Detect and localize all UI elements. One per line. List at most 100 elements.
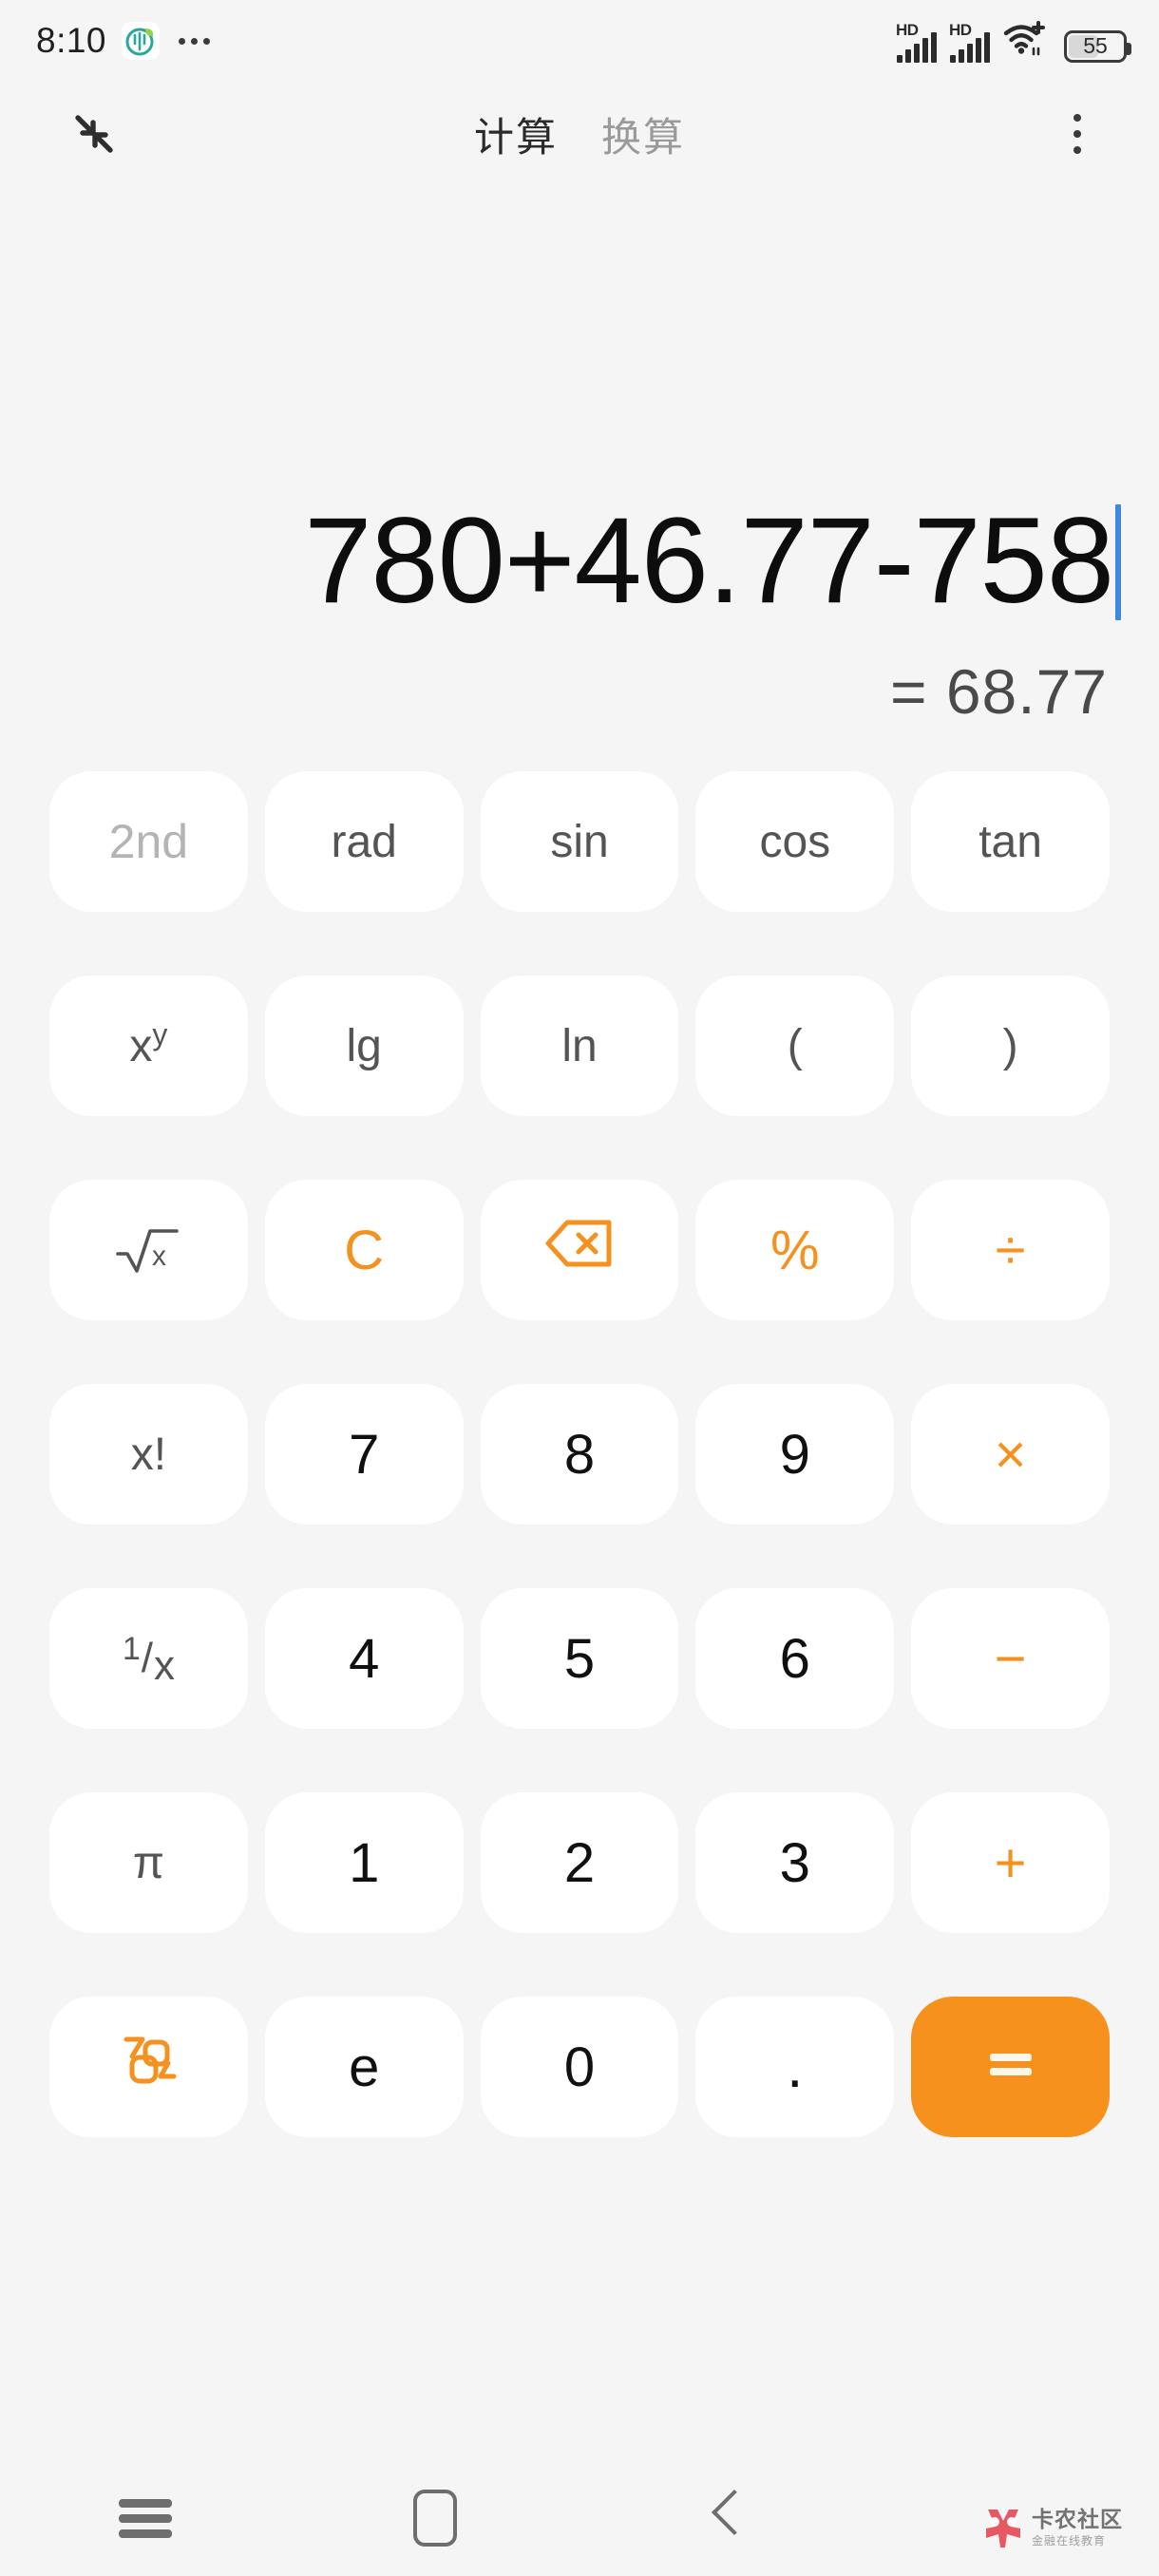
key-label: lg	[346, 1020, 382, 1071]
key-3[interactable]: 3	[695, 1792, 895, 1933]
tab-convert[interactable]: 换算	[601, 105, 685, 163]
key-label: x!	[130, 1429, 167, 1480]
key-percent[interactable]: %	[695, 1180, 895, 1320]
key-label: ×	[994, 1423, 1027, 1486]
key-2nd[interactable]: 2nd	[49, 771, 248, 912]
key-ln[interactable]: ln	[480, 975, 679, 1116]
key-label: )	[1002, 1020, 1018, 1071]
key-minus[interactable]: −	[911, 1588, 1110, 1729]
key-label: 1	[349, 1831, 380, 1894]
key-multiply[interactable]: ×	[911, 1384, 1110, 1525]
key-4[interactable]: 4	[264, 1588, 464, 1729]
key-label: π	[132, 1837, 164, 1888]
app-header: 计算 换算	[0, 82, 1159, 186]
key-pi[interactable]: π	[49, 1792, 248, 1933]
key-label: 7	[349, 1423, 380, 1486]
key-equals[interactable]	[911, 1997, 1110, 2137]
nav-recents-button[interactable]	[0, 2460, 290, 2576]
backspace-icon	[542, 1217, 617, 1283]
key-5[interactable]: 5	[480, 1588, 679, 1729]
key-8[interactable]: 8	[480, 1384, 679, 1525]
key-label: tan	[978, 816, 1042, 867]
signal-hd-label-2: HD	[949, 20, 972, 39]
key-label: rad	[331, 816, 397, 867]
nav-back-button[interactable]	[580, 2460, 869, 2576]
battery-level-label: 55	[1083, 33, 1108, 58]
key-label: 5	[563, 1627, 596, 1690]
key-label: 4	[349, 1627, 380, 1690]
key-label: cos	[759, 816, 831, 867]
recents-icon	[118, 2492, 172, 2545]
signal-icon-2: HD	[949, 21, 990, 63]
key-2[interactable]: 2	[480, 1792, 679, 1933]
key-label: sin	[550, 816, 609, 867]
key-paren-open[interactable]: (	[695, 975, 895, 1116]
status-bar: 8:10 HD HD 55	[0, 0, 1159, 82]
key-label: 3	[779, 1831, 810, 1894]
keypad: 2nd rad sin cos tan xy lg ln ( ) x C % ÷…	[0, 771, 1159, 2137]
wifi-plus-icon	[1002, 20, 1048, 63]
battery-icon: 55	[1064, 29, 1131, 63]
key-paren-close[interactable]: )	[911, 975, 1110, 1116]
key-rad[interactable]: rad	[264, 771, 464, 912]
collapse-arrows-icon[interactable]	[59, 99, 129, 169]
key-1[interactable]: 1	[264, 1792, 464, 1933]
watermark-text: 卡农社区 金融在线教育	[1032, 2507, 1123, 2548]
key-divide[interactable]: ÷	[911, 1180, 1110, 1320]
key-6[interactable]: 6	[695, 1588, 895, 1729]
tab-calculate[interactable]: 计算	[474, 105, 558, 163]
key-clear[interactable]: C	[264, 1180, 464, 1320]
key-number-format[interactable]	[49, 1997, 248, 2137]
key-label: xy	[129, 1016, 168, 1071]
key-e[interactable]: e	[264, 1997, 464, 2137]
signal-icon-1: HD	[896, 21, 937, 63]
key-label: ln	[561, 1020, 598, 1071]
key-0[interactable]: 0	[480, 1997, 679, 2137]
result-text: = 68.77	[889, 656, 1108, 727]
key-label: −	[994, 1627, 1027, 1690]
key-label: e	[349, 2036, 380, 2098]
system-navigation-bar: 卡农社区 金融在线教育	[0, 2460, 1159, 2576]
key-label: 9	[779, 1423, 810, 1486]
key-label: ÷	[995, 1219, 1026, 1281]
calculator-display: 780+46.77-758 = 68.77	[0, 186, 1159, 728]
key-label: 6	[779, 1627, 810, 1690]
key-power[interactable]: xy	[49, 975, 248, 1116]
key-factorial[interactable]: x!	[49, 1384, 248, 1525]
key-7[interactable]: 7	[264, 1384, 464, 1525]
key-lg[interactable]: lg	[264, 975, 464, 1116]
status-bar-left: 8:10	[36, 21, 211, 61]
key-backspace[interactable]	[480, 1180, 679, 1320]
key-label: %	[770, 1219, 820, 1281]
number-format-icon	[113, 2027, 183, 2107]
plant-leaf-icon	[122, 22, 161, 60]
watermark-subtitle: 金融在线教育	[1032, 2534, 1107, 2548]
status-overflow-icon	[179, 37, 211, 45]
equals-icon	[984, 2039, 1037, 2094]
nav-home-button[interactable]	[290, 2460, 580, 2576]
sqrt-icon: x	[114, 1223, 182, 1277]
key-label: 8	[563, 1423, 596, 1486]
key-label: .	[787, 2034, 804, 2100]
key-sqrt[interactable]: x	[49, 1180, 248, 1320]
watermark-title: 卡农社区	[1032, 2507, 1123, 2531]
key-tan[interactable]: tan	[911, 771, 1110, 912]
key-label: 2nd	[108, 815, 189, 868]
text-caret	[1115, 503, 1121, 620]
key-sin[interactable]: sin	[480, 771, 679, 912]
key-plus[interactable]: +	[911, 1792, 1110, 1933]
signal-hd-label-1: HD	[896, 20, 919, 39]
key-9[interactable]: 9	[695, 1384, 895, 1525]
status-bar-right: HD HD 55	[896, 20, 1131, 63]
key-decimal[interactable]: .	[695, 1997, 895, 2137]
key-label: (	[787, 1020, 803, 1071]
back-icon	[709, 2492, 741, 2544]
key-reciprocal[interactable]: 1/x	[49, 1588, 248, 1729]
key-label: 0	[563, 2036, 596, 2098]
home-icon	[412, 2490, 457, 2547]
overflow-menu-icon[interactable]	[1047, 99, 1108, 169]
expression-row[interactable]: 780+46.77-758	[38, 494, 1121, 629]
key-label: C	[344, 1219, 385, 1281]
watermark: 卡农社区 金融在线教育	[982, 2506, 1123, 2549]
key-cos[interactable]: cos	[695, 771, 895, 912]
